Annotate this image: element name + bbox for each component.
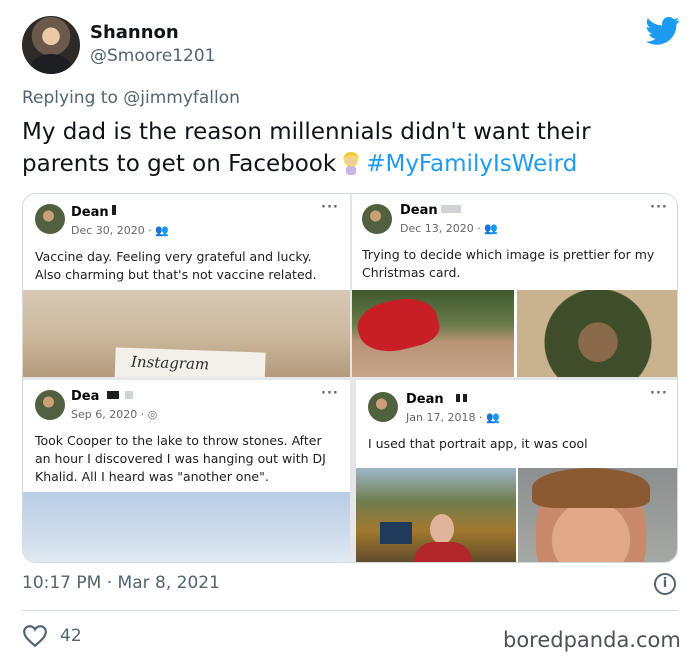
fb-post-text: Trying to decide which image is prettier… xyxy=(362,247,655,280)
replying-mention-link[interactable]: @jimmyfallon xyxy=(123,88,240,108)
fb-avatar xyxy=(368,392,398,422)
redacted-name xyxy=(111,205,116,215)
more-options-icon: ··· xyxy=(650,200,668,215)
friends-icon: 👥 xyxy=(155,224,169,237)
instagram-sign-text: Instagram xyxy=(130,352,210,374)
tweet-timestamp[interactable]: 10:17 PM · Mar 8, 2021 xyxy=(22,573,220,593)
replying-prefix: Replying to xyxy=(22,88,124,108)
friends-icon: 👥 xyxy=(484,222,498,235)
fb-avatar xyxy=(362,204,392,234)
portrait-hair xyxy=(532,468,650,508)
info-icon[interactable]: i xyxy=(654,573,676,595)
fb-avatar xyxy=(35,390,65,420)
redacted-name xyxy=(440,205,461,213)
wreath-photo xyxy=(517,290,677,377)
fb-post-date: Jan 17, 2018 · 👥 xyxy=(406,411,500,424)
author-name[interactable]: Shannon xyxy=(90,22,179,43)
watermark: boredpanda.com xyxy=(503,628,681,652)
woman-facepalming-emoji-icon xyxy=(343,152,360,175)
park-photo xyxy=(356,468,516,562)
more-options-icon: ··· xyxy=(321,386,339,401)
fb-post-author: Dean xyxy=(71,205,116,220)
more-options-icon: ··· xyxy=(321,200,339,215)
divider xyxy=(22,610,678,611)
hashtag-link[interactable]: #MyFamilyIsWeird xyxy=(366,151,577,177)
fb-avatar xyxy=(35,204,65,234)
tweet-media[interactable]: Dean Dec 30, 2020 · 👥 ··· Vaccine day. F… xyxy=(22,193,678,563)
fb-post-author: Dean xyxy=(406,392,467,407)
redacted-name xyxy=(107,391,120,399)
fb-post-date: Sep 6, 2020 · ◎ xyxy=(71,408,158,421)
fb-post-date: Dec 13, 2020 · 👥 xyxy=(400,222,498,235)
fb-post-lake: Dea Sep 6, 2020 · ◎ ··· Took Cooper to t… xyxy=(23,380,350,562)
globe-icon: ◎ xyxy=(147,408,158,421)
tweet-body: My dad is the reason millennials didn't … xyxy=(22,116,672,180)
red-bow xyxy=(353,291,443,359)
fb-post-author: Dean xyxy=(400,203,461,218)
bow-photo xyxy=(352,290,514,377)
park-sign xyxy=(380,522,412,544)
redacted-name xyxy=(455,394,460,402)
fb-post-text: Vaccine day. Feeling very grateful and l… xyxy=(35,249,317,282)
more-options-icon: ··· xyxy=(650,386,668,401)
twitter-bird-icon[interactable] xyxy=(646,16,680,46)
like-count: 42 xyxy=(60,626,82,646)
fb-post-christmas: Dean Dec 13, 2020 · 👥 ··· Trying to deci… xyxy=(352,194,677,377)
replying-to: Replying to @jimmyfallon xyxy=(22,88,240,108)
lake-photo xyxy=(23,492,350,562)
fb-post-author: Dea xyxy=(71,389,134,404)
author-avatar[interactable] xyxy=(22,16,80,74)
author-handle[interactable]: @Smoore1201 xyxy=(90,46,216,66)
heart-icon[interactable] xyxy=(22,624,48,648)
fb-post-text: I used that portrait app, it was cool xyxy=(368,436,588,451)
portrait-photo xyxy=(518,468,677,562)
friends-icon: 👥 xyxy=(485,411,500,424)
fb-post-vaccine: Dean Dec 30, 2020 · 👥 ··· Vaccine day. F… xyxy=(23,194,350,377)
man-body xyxy=(414,542,472,562)
man-head xyxy=(430,514,454,544)
fb-post-text: Took Cooper to the lake to throw stones.… xyxy=(35,433,326,484)
fb-post-date: Dec 30, 2020 · 👥 xyxy=(71,224,169,237)
fb-post-portrait-app: Dean Jan 17, 2018 · 👥 ··· I used that po… xyxy=(356,380,677,562)
vaccine-photo: Instagram xyxy=(23,290,350,377)
